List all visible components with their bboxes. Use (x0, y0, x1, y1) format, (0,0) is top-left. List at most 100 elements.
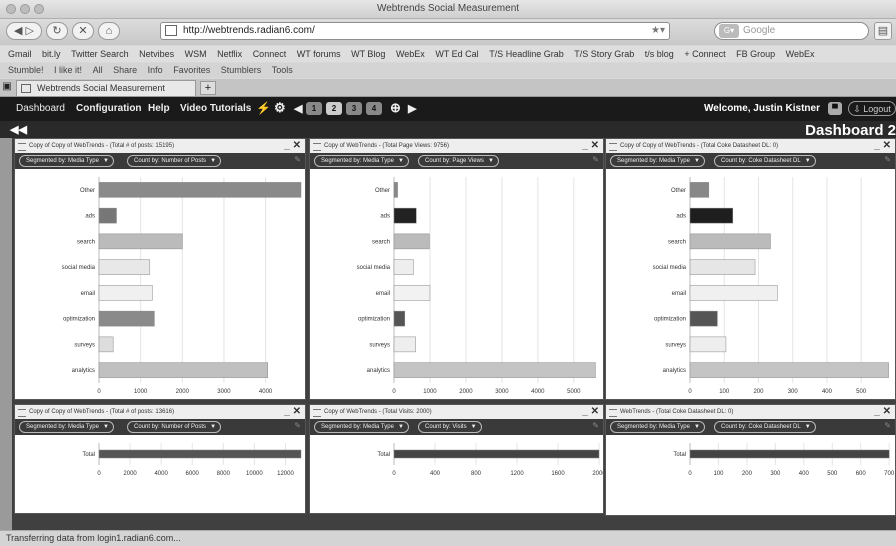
segment-dropdown[interactable]: Segmented by: Media Type ▼ (610, 421, 705, 433)
close-widget-icon[interactable]: ✕ (293, 140, 301, 151)
search-input[interactable]: G▾ Google (714, 22, 869, 40)
count-dropdown[interactable]: Count by: Coke Datasheet DL ▼ (714, 155, 816, 167)
pin-icon[interactable]: ✎ (294, 155, 301, 164)
prev-page-icon[interactable]: ◀ (294, 102, 302, 115)
drag-handle-icon[interactable] (18, 409, 26, 417)
count-label: Count by: Page Views (425, 158, 484, 164)
stumblers-button[interactable]: Stumblers (221, 65, 262, 75)
bookmark-item[interactable]: FB Group (736, 49, 775, 59)
back-forward-button[interactable]: ◀ ▷ (6, 22, 42, 40)
minimize-widget-icon[interactable]: _ (582, 406, 588, 417)
address-bar[interactable]: http://webtrends.radian6.com/ ★▾ (160, 22, 670, 40)
minimize-widget-icon[interactable]: _ (874, 140, 880, 151)
pin-icon[interactable]: ✎ (592, 421, 599, 430)
home-icon[interactable]: ⌂ (98, 22, 120, 40)
search-engine-icon[interactable]: G▾ (719, 24, 739, 38)
close-widget-icon[interactable]: ✕ (883, 406, 891, 417)
drag-handle-icon[interactable] (313, 143, 321, 151)
drag-handle-icon[interactable] (609, 409, 617, 417)
close-widget-icon[interactable]: ✕ (591, 140, 599, 151)
reload-icon[interactable]: ↻ (46, 22, 68, 40)
bookmark-item[interactable]: Netvibes (139, 49, 174, 59)
favorites-button[interactable]: Favorites (173, 65, 210, 75)
count-dropdown[interactable]: Count by: Number of Posts ▼ (127, 155, 222, 167)
menu-help[interactable]: Help (148, 103, 170, 114)
segment-dropdown[interactable]: Segmented by: Media Type ▼ (314, 421, 409, 433)
page-1-button[interactable]: 1 (306, 102, 322, 115)
pin-icon[interactable]: ✎ (884, 421, 891, 430)
page-3-button[interactable]: 3 (346, 102, 362, 115)
bookmark-item[interactable]: WebEx (786, 49, 815, 59)
bookmark-item[interactable]: Gmail (8, 49, 32, 59)
minimize-widget-icon[interactable]: _ (874, 406, 880, 417)
count-dropdown[interactable]: Count by: Number of Posts ▼ (127, 421, 222, 433)
bookmark-item[interactable]: WT forums (297, 49, 341, 59)
count-dropdown[interactable]: Count by: Coke Datasheet DL ▼ (714, 421, 816, 433)
info-button[interactable]: Info (148, 65, 163, 75)
minimize-widget-icon[interactable]: _ (284, 140, 290, 151)
all-dropdown[interactable]: All (93, 65, 103, 75)
page-2-button[interactable]: 2 (326, 102, 342, 115)
stumble-button[interactable]: Stumble! (8, 65, 44, 75)
next-page-icon[interactable]: ▶ (408, 102, 416, 115)
runner-icon[interactable]: ⚡ (256, 101, 271, 115)
user-icon[interactable]: ▀ (828, 102, 842, 115)
bookmark-item[interactable]: WebEx (396, 49, 425, 59)
count-dropdown[interactable]: Count by: Page Views ▼ (418, 155, 499, 167)
segment-dropdown[interactable]: Segmented by: Media Type ▼ (19, 155, 114, 167)
bookmark-star-icon[interactable]: ★▾ (651, 23, 665, 39)
minimize-widget-icon[interactable]: _ (284, 406, 290, 417)
bookmark-item[interactable]: + Connect (684, 49, 725, 59)
bookmark-item[interactable]: bit.ly (42, 49, 61, 59)
category-label: search (372, 239, 390, 245)
share-button[interactable]: Share (113, 65, 137, 75)
pin-icon[interactable]: ✎ (294, 421, 301, 430)
bookmark-item[interactable]: T/S Story Grab (574, 49, 634, 59)
tab-list-icon[interactable]: ▣ (0, 79, 14, 94)
menu-configuration[interactable]: Configuration (76, 103, 142, 114)
bar (393, 233, 430, 250)
bookmark-item[interactable]: Twitter Search (71, 49, 129, 59)
x-tick-label: 12000 (277, 471, 294, 477)
pin-icon[interactable]: ✎ (592, 155, 599, 164)
menu-video-tutorials[interactable]: Video Tutorials (180, 103, 251, 114)
category-label: Other (375, 188, 390, 194)
add-page-icon[interactable]: ⊕ (390, 100, 401, 116)
addon-icon[interactable]: ▤ (874, 22, 892, 40)
segment-dropdown[interactable]: Segmented by: Media Type ▼ (19, 421, 114, 433)
close-widget-icon[interactable]: ✕ (591, 406, 599, 417)
segment-label: Segmented by: Media Type (321, 158, 394, 164)
tools-button[interactable]: Tools (272, 65, 293, 75)
close-widget-icon[interactable]: ✕ (883, 140, 891, 151)
drag-handle-icon[interactable] (313, 409, 321, 417)
drag-handle-icon[interactable] (609, 143, 617, 151)
widget-controls: _ ✕ (874, 139, 891, 153)
widget-controls: _ ✕ (582, 139, 599, 153)
menu-dashboard[interactable]: Dashboard (16, 103, 65, 114)
bookmark-item[interactable]: Netflix (217, 49, 242, 59)
bookmark-item[interactable]: t/s blog (645, 49, 674, 59)
new-tab-button[interactable]: + (200, 81, 216, 95)
bookmark-item[interactable]: T/S Headline Grab (489, 49, 564, 59)
close-widget-icon[interactable]: ✕ (293, 406, 301, 417)
category-label: surveys (74, 342, 95, 348)
drag-handle-icon[interactable] (18, 143, 26, 151)
gear-icon[interactable]: ⚙ (274, 100, 286, 116)
x-tick-label: 700 (884, 471, 895, 477)
segment-dropdown[interactable]: Segmented by: Media Type ▼ (610, 155, 705, 167)
pin-icon[interactable]: ✎ (884, 155, 891, 164)
bookmark-item[interactable]: Connect (253, 49, 287, 59)
page-4-button[interactable]: 4 (366, 102, 382, 115)
tab-webtrends[interactable]: Webtrends Social Measurement (16, 80, 196, 96)
stop-icon[interactable]: ✕ (72, 22, 94, 40)
count-dropdown[interactable]: Count by: Visits ▼ (418, 421, 482, 433)
minimize-widget-icon[interactable]: _ (582, 140, 588, 151)
bookmark-item[interactable]: WSM (185, 49, 207, 59)
logout-button[interactable]: ⇩ Logout (848, 101, 896, 116)
like-button[interactable]: I like it! (54, 65, 82, 75)
segment-dropdown[interactable]: Segmented by: Media Type ▼ (314, 155, 409, 167)
x-tick-label: 100 (719, 389, 730, 395)
bookmark-item[interactable]: WT Ed Cal (435, 49, 478, 59)
collapse-sidebar-icon[interactable]: ◀◀ (10, 123, 27, 136)
bookmark-item[interactable]: WT Blog (351, 49, 385, 59)
